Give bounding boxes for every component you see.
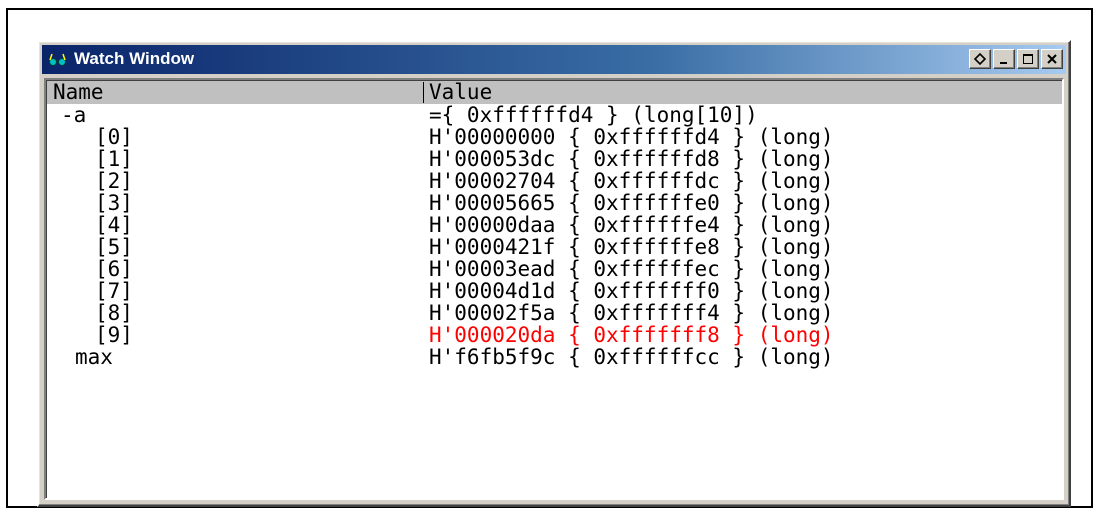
row-value[interactable]: H'000053dc { 0xffffffd8 } (long) xyxy=(429,148,834,170)
row-value-changed[interactable]: H'000020da { 0xfffffff8 } (long) xyxy=(429,324,834,346)
row-name[interactable]: -a xyxy=(61,104,86,126)
row-value[interactable]: H'00002f5a { 0xfffffff4 } (long) xyxy=(429,302,834,324)
row-value[interactable]: ={ 0xffffffd4 } (long[10]) xyxy=(429,104,758,126)
watch-row-a-2[interactable]: [2] H'00002704 { 0xffffffdc } (long) xyxy=(47,170,1062,192)
title-bar[interactable]: Watch Window xyxy=(42,45,1066,74)
watch-window: Watch Window Name Value -a ={0xffffffd4… xyxy=(37,40,1071,507)
row-name[interactable]: [9] xyxy=(95,324,133,346)
window-title: Watch Window xyxy=(74,49,195,68)
row-value[interactable]: H'00000daa { 0xffffffe4 } (long) xyxy=(429,214,834,236)
watch-row-a-5[interactable]: [5] H'0000421f { 0xffffffe8 } (long) xyxy=(47,236,1062,258)
watch-list[interactable]: Name Value -a ={ 0xffffffd4 } (long[10])… xyxy=(44,78,1064,500)
watch-row-a-8[interactable]: [8] H'00002f5a { 0xfffffff4 } (long) xyxy=(47,302,1062,324)
row-name[interactable]: [7] xyxy=(95,280,133,302)
column-header-name[interactable]: Name xyxy=(53,81,423,104)
watch-row-a-1[interactable]: [1] H'000053dc { 0xffffffd8 } (long) xyxy=(47,148,1062,170)
watch-row-a-4[interactable]: [4] H'00000daa { 0xffffffe4 } (long) xyxy=(47,214,1062,236)
float-button[interactable] xyxy=(969,49,991,69)
watch-row-max[interactable]: max H'f6fb5f9c { 0xffffffcc } (long) xyxy=(47,346,1062,368)
watch-row-a-0[interactable]: [0] H'00000000 { 0xffffffd4 } (long) xyxy=(47,126,1062,148)
close-button[interactable] xyxy=(1041,49,1063,69)
row-value[interactable]: H'00004d1d { 0xfffffff0 } (long) xyxy=(429,280,834,302)
row-value[interactable]: H'00002704 { 0xffffffdc } (long) xyxy=(429,170,834,192)
float-icon xyxy=(973,52,987,66)
row-value[interactable]: H'00000000 { 0xffffffd4 } (long) xyxy=(429,126,834,148)
figure-frame: Watch Window Name Value -a ={0xffffffd4… xyxy=(6,8,1093,508)
watch-row-a[interactable]: -a ={ 0xffffffd4 } (long[10]) xyxy=(47,104,1062,126)
minimize-button[interactable] xyxy=(993,49,1015,69)
row-value[interactable]: H'0000421f { 0xffffffe8 } (long) xyxy=(429,236,834,258)
watch-glasses-icon xyxy=(49,53,66,66)
watch-row-a-9-changed[interactable]: [9] H'000020da { 0xfffffff8 } (long) xyxy=(47,324,1062,346)
row-name[interactable]: [5] xyxy=(95,236,133,258)
column-header: Name Value xyxy=(47,81,1062,104)
row-value[interactable]: H'f6fb5f9c { 0xffffffcc } (long) xyxy=(429,346,834,368)
close-icon xyxy=(1047,54,1057,64)
row-value[interactable]: H'00003ead { 0xffffffec } (long) xyxy=(429,258,834,280)
row-name[interactable]: [6] xyxy=(95,258,133,280)
watch-rows: -a ={ 0xffffffd4 } (long[10]) [0] H'0000… xyxy=(47,104,1062,368)
minimize-icon xyxy=(1000,62,1007,64)
row-name[interactable]: [2] xyxy=(95,170,133,192)
maximize-icon xyxy=(1023,54,1033,64)
row-name[interactable]: [8] xyxy=(95,302,133,324)
row-name[interactable]: [0] xyxy=(95,126,133,148)
row-value[interactable]: H'00005665 { 0xffffffe0 } (long) xyxy=(429,192,834,214)
row-name[interactable]: [1] xyxy=(95,148,133,170)
watch-row-a-3[interactable]: [3] H'00005665 { 0xffffffe0 } (long) xyxy=(47,192,1062,214)
watch-row-a-6[interactable]: [6] H'00003ead { 0xffffffec } (long) xyxy=(47,258,1062,280)
watch-row-a-7[interactable]: [7] H'00004d1d { 0xfffffff0 } (long) xyxy=(47,280,1062,302)
column-divider[interactable] xyxy=(423,82,424,103)
row-name[interactable]: [3] xyxy=(95,192,133,214)
row-name[interactable]: [4] xyxy=(95,214,133,236)
row-name[interactable]: max xyxy=(75,346,113,368)
maximize-button[interactable] xyxy=(1017,49,1039,69)
column-header-value[interactable]: Value xyxy=(429,81,492,103)
